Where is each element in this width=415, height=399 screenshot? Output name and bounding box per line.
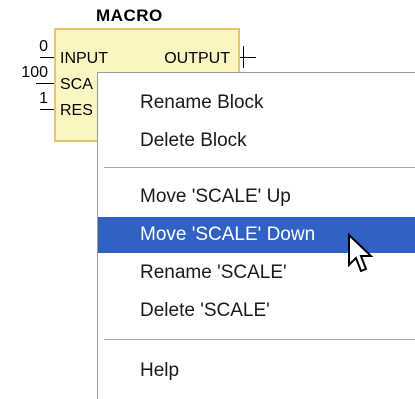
menu-item-move-scale-up[interactable]: Move 'SCALE' Up <box>98 179 415 215</box>
editor-canvas: MACRO 0 100 1 INPUT SCA RES OUTPUT Renam… <box>0 0 415 399</box>
pin-input[interactable]: INPUT <box>60 50 108 68</box>
input-value-input: 0 <box>39 38 48 55</box>
menu-separator <box>104 167 415 169</box>
menu-item-delete-scale[interactable]: Delete 'SCALE' <box>98 293 415 329</box>
menu-item-rename-block[interactable]: Rename Block <box>98 85 415 121</box>
pin-reset[interactable]: RES <box>60 102 93 120</box>
input-value-scale: 100 <box>21 64 48 81</box>
menu-item-delete-block[interactable]: Delete Block <box>98 123 415 159</box>
pin-output[interactable]: OUTPUT <box>164 50 230 68</box>
wire-input <box>40 57 54 58</box>
menu-separator <box>104 339 415 341</box>
pin-scale[interactable]: SCA <box>60 76 93 94</box>
input-value-reset: 1 <box>39 90 48 107</box>
wire-reset <box>40 109 54 110</box>
wire-scale <box>36 83 54 84</box>
arrow-pointer-icon <box>348 233 374 273</box>
menu-item-help[interactable]: Help <box>98 353 415 389</box>
wire-output-tail <box>243 46 244 68</box>
block-title: MACRO <box>96 6 163 25</box>
